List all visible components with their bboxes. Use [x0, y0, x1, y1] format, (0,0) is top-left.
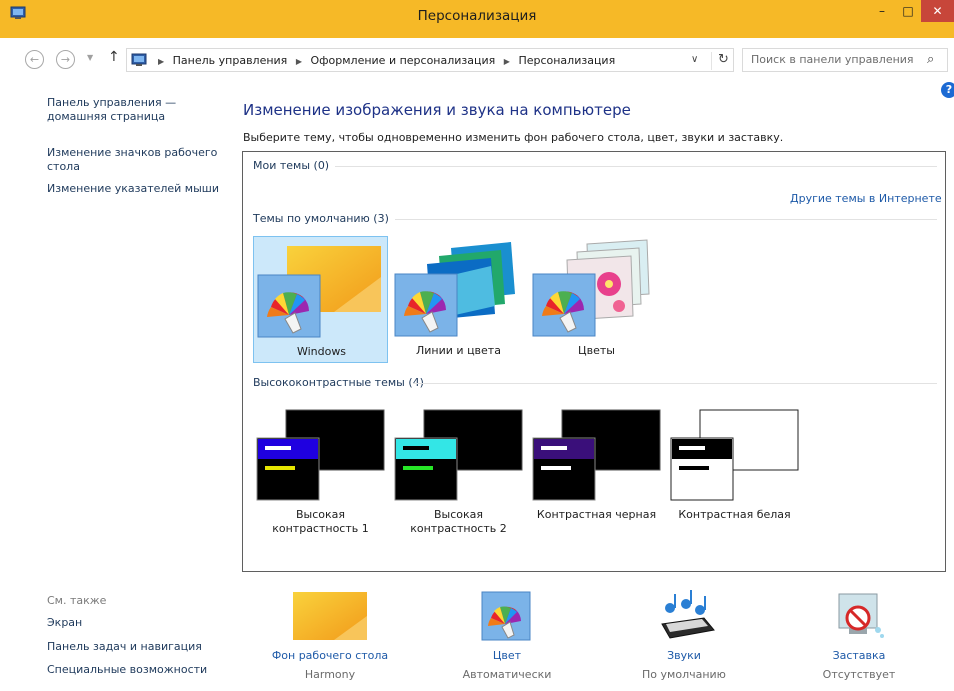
color-link[interactable]: Цвет: [427, 649, 587, 662]
search-icon[interactable]: ⌕: [927, 52, 934, 67]
divider: [413, 383, 937, 384]
search-box[interactable]: ⌕: [742, 48, 948, 72]
chevron-right-icon[interactable]: ▶: [296, 57, 302, 66]
minimize-button[interactable]: –: [869, 0, 895, 22]
sidebar-link-home[interactable]: Панель управления — домашняя страница: [47, 96, 187, 124]
sidebar-link-mouse-pointers[interactable]: Изменение указателей мыши: [47, 182, 232, 196]
search-input[interactable]: [751, 53, 921, 66]
group-my-themes: Мои темы (0): [253, 159, 330, 172]
see-also-title: См. также: [47, 594, 107, 607]
theme-flowers[interactable]: Цветы: [529, 236, 664, 363]
theme-windows[interactable]: Windows: [253, 236, 388, 363]
theme-contrast-white[interactable]: Контрастная белая: [667, 404, 802, 531]
group-high-contrast: Высококонтрастные темы (4): [253, 376, 424, 389]
address-dropdown-icon[interactable]: ∨: [691, 54, 698, 65]
theme-name: Высокая контрастность 2: [410, 508, 507, 535]
help-icon[interactable]: ?: [941, 82, 954, 98]
up-button[interactable]: ↑: [108, 49, 120, 65]
divider: [335, 166, 937, 167]
divider: [395, 219, 937, 220]
group-default-themes: Темы по умолчанию (3): [253, 212, 389, 225]
desktop-background-value: Harmony: [304, 668, 356, 681]
theme-name: Высокая контрастность 1: [272, 508, 369, 535]
sidebar-link-desktop-icons[interactable]: Изменение значков рабочего стола: [47, 146, 227, 174]
sounds-value: По умолчанию: [642, 668, 726, 681]
page-subtitle: Выберите тему, чтобы одновременно измени…: [243, 131, 784, 144]
online-themes-link[interactable]: Другие темы в Интернете: [790, 192, 942, 205]
control-panel-icon: [131, 53, 147, 66]
navigation-bar: ← → ▼ ↑ ▶ Панель управления ▶ Оформление…: [0, 38, 954, 82]
maximize-button[interactable]: □: [895, 0, 921, 22]
see-also-link-taskbar[interactable]: Панель задач и навигация: [47, 640, 202, 653]
see-also-link-display[interactable]: Экран: [47, 616, 82, 629]
breadcrumb-control-panel[interactable]: Панель управления: [173, 54, 288, 67]
screensaver-item[interactable]: Заставка Отсутствует: [779, 590, 939, 685]
screensaver-icon: [838, 593, 884, 638]
theme-contrast-white-thumbnail: [670, 409, 799, 501]
desktop-background-link[interactable]: Фон рабочего стола: [250, 649, 410, 662]
forward-button[interactable]: →: [56, 50, 75, 69]
screensaver-value: Отсутствует: [822, 668, 896, 681]
chevron-right-icon[interactable]: ▶: [504, 57, 510, 66]
theme-name: Контрастная черная: [536, 508, 657, 521]
theme-high-contrast-1[interactable]: Высокая контрастность 1: [253, 404, 388, 535]
theme-lines-colors[interactable]: Линии и цвета: [391, 236, 526, 363]
breadcrumb-appearance[interactable]: Оформление и персонализация: [310, 54, 495, 67]
breadcrumb-personalization[interactable]: Персонализация: [518, 54, 615, 67]
theme-high-contrast-2[interactable]: Высокая контрастность 2: [391, 404, 526, 535]
back-button[interactable]: ←: [25, 50, 44, 69]
desktop-background-item[interactable]: Фон рабочего стола Harmony: [250, 590, 410, 685]
close-button[interactable]: ✕: [921, 0, 954, 22]
screensaver-link[interactable]: Заставка: [779, 649, 939, 662]
desktop-background-icon: [293, 592, 367, 640]
recent-locations-dropdown[interactable]: ▼: [87, 53, 93, 62]
theme-contrast-black-thumbnail: [532, 409, 661, 501]
theme-name: Windows: [296, 345, 347, 358]
sounds-item[interactable]: Звуки По умолчанию: [604, 590, 764, 685]
sounds-link[interactable]: Звуки: [604, 649, 764, 662]
theme-contrast-black[interactable]: Контрастная черная: [529, 404, 664, 531]
chevron-right-icon: ▶: [158, 57, 165, 66]
theme-high-contrast-2-thumbnail: [394, 409, 523, 501]
sounds-icon: [661, 590, 715, 639]
refresh-icon[interactable]: ↻: [711, 52, 729, 70]
color-value: Автоматически: [462, 668, 552, 681]
address-bar[interactable]: ▶ Панель управления ▶ Оформление и персо…: [126, 48, 734, 72]
theme-name: Контрастная белая: [678, 508, 791, 521]
color-item[interactable]: Цвет Автоматически: [427, 590, 587, 685]
see-also-link-accessibility[interactable]: Специальные возможности: [47, 663, 207, 676]
page-title: Изменение изображения и звука на компьют…: [243, 101, 631, 119]
theme-list[interactable]: Мои темы (0) Другие темы в Интернете Тем…: [242, 151, 946, 572]
breadcrumb: ▶ Панель управления ▶ Оформление и персо…: [153, 54, 615, 67]
color-icon: [481, 591, 531, 641]
theme-high-contrast-1-thumbnail: [256, 409, 385, 501]
title-bar: Персонализация – □ ✕: [0, 0, 954, 38]
window-title: Персонализация: [417, 8, 537, 24]
theme-name: Линии и цвета: [416, 344, 501, 357]
theme-name: Цветы: [578, 344, 615, 357]
